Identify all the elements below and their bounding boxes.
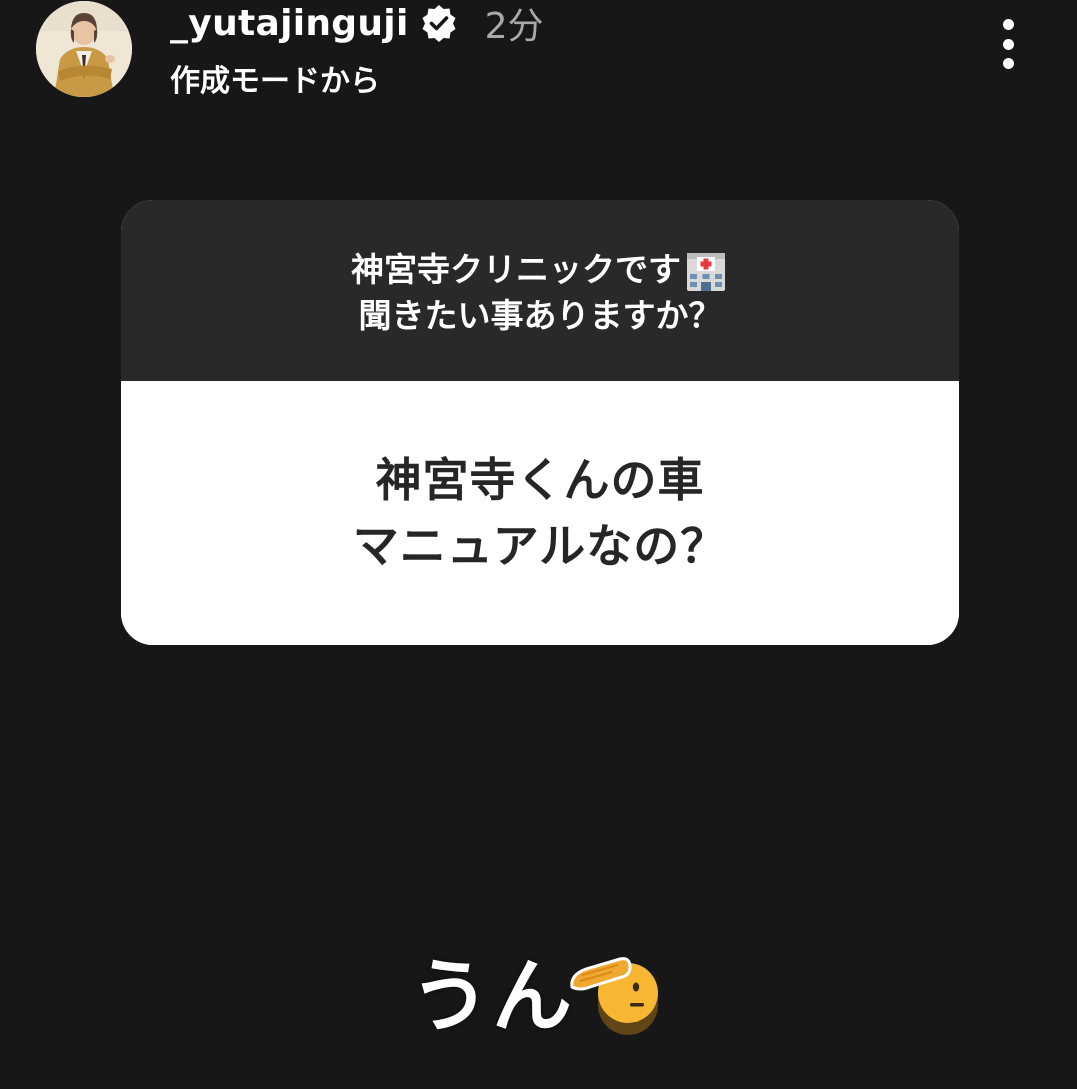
profile-photo-icon (36, 1, 132, 97)
post-time: 2分 (484, 6, 544, 47)
more-vertical-icon-dot (1002, 58, 1014, 69)
username-row: _yutajinguji 2分 (170, 0, 544, 48)
more-vertical-icon-dot (1002, 19, 1014, 30)
username[interactable]: _yutajinguji (170, 3, 409, 44)
question-answer: 神宮寺くんの車 マニュアルなの？ (121, 381, 959, 645)
prompt-text-2: 聞きたい事ありますか？ (358, 295, 722, 335)
answer-line-1: 神宮寺くんの車 (375, 453, 705, 507)
reply-text-overlay: うん (410, 935, 660, 1045)
answer-line-2: マニュアルなの？ (352, 519, 728, 573)
more-options-button[interactable] (986, 14, 1030, 74)
prompt-line-2: 聞きたい事ありますか？ (359, 293, 722, 339)
prompt-line-1: 神宮寺クリニックです (351, 247, 729, 293)
avatar[interactable] (36, 1, 132, 97)
story-viewer: _yutajinguji 2分 作成モードから 神宮寺クリニックです 聞きたい事… (0, 0, 1077, 1089)
story-subtitle[interactable]: 作成モードから (170, 56, 380, 100)
prompt-text-1: 神宮寺クリニックです (351, 249, 681, 289)
reply-text: うん (410, 950, 574, 1043)
hospital-icon (683, 247, 729, 293)
saluting-face-icon (568, 945, 660, 1035)
more-vertical-icon-dot (1002, 38, 1014, 50)
question-prompt: 神宮寺クリニックです 聞きたい事ありますか？ (121, 200, 959, 381)
verified-badge-icon (419, 3, 459, 43)
question-sticker[interactable]: 神宮寺クリニックです 聞きたい事ありますか？ 神宮寺くんの車 マニュアルなの？ (121, 200, 959, 645)
